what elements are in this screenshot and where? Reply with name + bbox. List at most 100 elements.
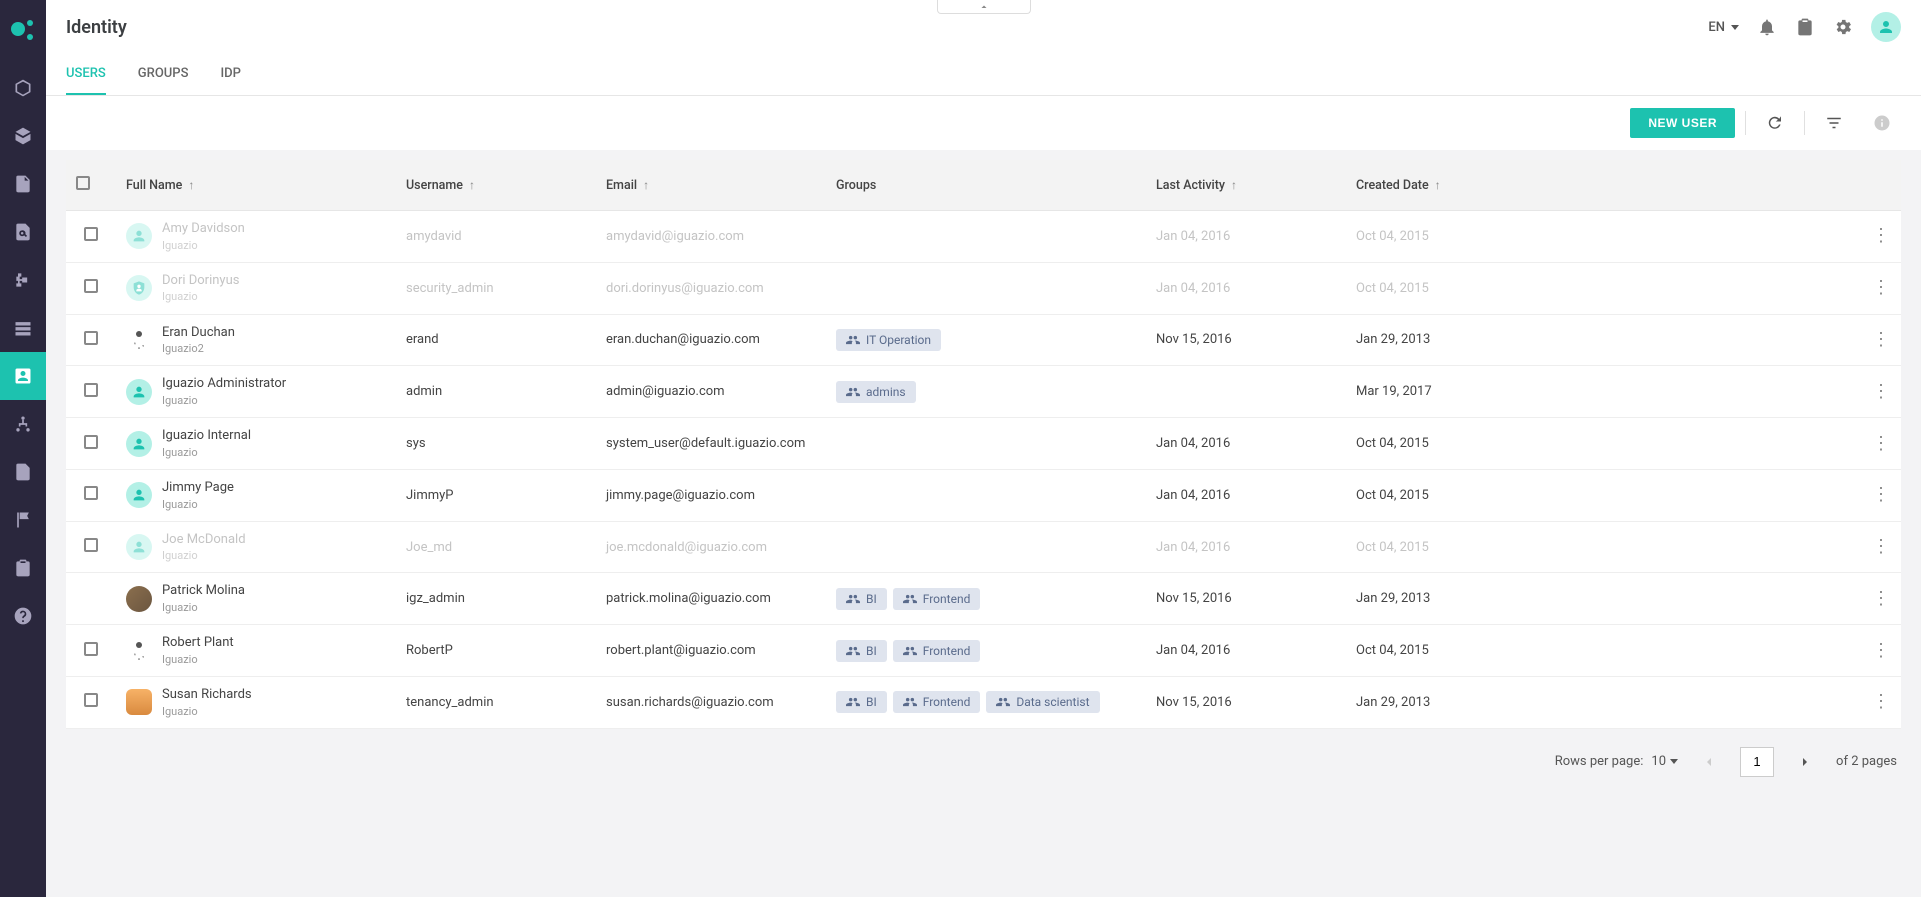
col-email[interactable]: Email↑ — [596, 160, 826, 211]
user-email: system_user@default.iguazio.com — [596, 418, 826, 470]
user-email: joe.mcdonald@iguazio.com — [596, 521, 826, 573]
group-chip[interactable]: Data scientist — [986, 691, 1099, 713]
row-menu-icon[interactable]: ⋮ — [1872, 329, 1890, 350]
nav-clipboard[interactable] — [0, 544, 46, 592]
page-title: Identity — [66, 17, 127, 38]
col-groups[interactable]: Groups — [826, 160, 1146, 211]
col-last-activity[interactable]: Last Activity↑ — [1146, 160, 1346, 211]
user-groups — [826, 521, 1146, 573]
row-menu-icon[interactable]: ⋮ — [1872, 381, 1890, 402]
col-full-name[interactable]: Full Name↑ — [116, 160, 396, 211]
user-avatar-icon — [126, 586, 152, 612]
user-username: erand — [396, 314, 596, 366]
row-checkbox[interactable] — [84, 538, 98, 552]
row-menu-icon[interactable]: ⋮ — [1872, 536, 1890, 557]
user-username: JimmyP — [396, 469, 596, 521]
user-last-activity: Jan 04, 2016 — [1146, 262, 1346, 314]
user-created: Oct 04, 2015 — [1346, 418, 1861, 470]
collapse-handle[interactable] — [937, 0, 1031, 14]
row-menu-icon[interactable]: ⋮ — [1872, 484, 1890, 505]
group-chip[interactable]: BI — [836, 588, 887, 610]
user-created: Jan 29, 2013 — [1346, 314, 1861, 366]
user-username: amydavid — [396, 211, 596, 263]
nav-network[interactable] — [0, 256, 46, 304]
nav-storage[interactable] — [0, 304, 46, 352]
clipboard-icon[interactable] — [1795, 17, 1815, 37]
nav-identity[interactable] — [0, 352, 46, 400]
group-chip[interactable]: BI — [836, 691, 887, 713]
table-row[interactable]: Robert Plant Iguazio RobertP robert.plan… — [66, 625, 1901, 677]
table-row[interactable]: Susan Richards Iguazio tenancy_admin sus… — [66, 677, 1901, 729]
chevron-down-icon — [1670, 759, 1678, 764]
group-chip[interactable]: Frontend — [893, 640, 981, 662]
row-menu-icon[interactable]: ⋮ — [1872, 640, 1890, 661]
users-table: Full Name↑ Username↑ Email↑ Groups Last … — [66, 160, 1901, 729]
nav-help[interactable] — [0, 592, 46, 640]
row-checkbox[interactable] — [84, 331, 98, 345]
row-menu-icon[interactable]: ⋮ — [1872, 588, 1890, 609]
user-full-name: Robert Plant — [162, 635, 234, 651]
table-row[interactable]: Patrick Molina Iguazio igz_admin patrick… — [66, 573, 1901, 625]
prev-page-button[interactable] — [1692, 745, 1726, 779]
next-page-button[interactable] — [1788, 745, 1822, 779]
tab-users[interactable]: USERS — [66, 54, 106, 95]
col-created[interactable]: Created Date↑ — [1346, 160, 1861, 211]
row-checkbox[interactable] — [84, 642, 98, 656]
table-row[interactable]: Iguazio Internal Iguazio sys system_user… — [66, 418, 1901, 470]
row-menu-icon[interactable]: ⋮ — [1872, 433, 1890, 454]
row-menu-icon[interactable]: ⋮ — [1872, 691, 1890, 712]
table-row[interactable]: Iguazio Administrator Iguazio admin admi… — [66, 366, 1901, 418]
row-menu-icon[interactable]: ⋮ — [1872, 277, 1890, 298]
group-chip[interactable]: admins — [836, 381, 916, 403]
nav-flags[interactable] — [0, 496, 46, 544]
table-row[interactable]: Dori Dorinyus Iguazio security_admin dor… — [66, 262, 1901, 314]
col-username[interactable]: Username↑ — [396, 160, 596, 211]
group-chip[interactable]: Frontend — [893, 691, 981, 713]
refresh-icon[interactable] — [1756, 106, 1794, 140]
notifications-icon[interactable] — [1757, 17, 1777, 37]
tab-groups[interactable]: GROUPS — [138, 54, 189, 95]
page-input[interactable] — [1740, 747, 1774, 777]
user-avatar-icon — [126, 431, 152, 457]
group-chip[interactable]: Frontend — [893, 588, 981, 610]
row-checkbox[interactable] — [84, 486, 98, 500]
tab-idp[interactable]: IDP — [220, 54, 240, 95]
row-checkbox[interactable] — [84, 693, 98, 707]
sort-arrow-icon: ↑ — [1231, 178, 1237, 192]
row-checkbox[interactable] — [84, 279, 98, 293]
table-row[interactable]: Jimmy Page Iguazio JimmyP jimmy.page@igu… — [66, 469, 1901, 521]
user-avatar[interactable] — [1871, 12, 1901, 42]
row-checkbox[interactable] — [84, 227, 98, 241]
new-user-button[interactable]: NEW USER — [1630, 108, 1735, 138]
user-full-name: Jimmy Page — [162, 480, 234, 496]
group-chip[interactable]: BI — [836, 640, 887, 662]
nav-hierarchy[interactable] — [0, 400, 46, 448]
user-created: Oct 04, 2015 — [1346, 211, 1861, 263]
table-row[interactable]: Eran Duchan Iguazio2 erand eran.duchan@i… — [66, 314, 1901, 366]
nav-data[interactable] — [0, 160, 46, 208]
table-row[interactable]: Amy Davidson Iguazio amydavid amydavid@i… — [66, 211, 1901, 263]
row-checkbox[interactable] — [84, 383, 98, 397]
settings-icon[interactable] — [1833, 17, 1853, 37]
nav-overview[interactable] — [0, 64, 46, 112]
table-row[interactable]: Joe McDonald Iguazio Joe_md joe.mcdonald… — [66, 521, 1901, 573]
nav-search[interactable] — [0, 208, 46, 256]
rpp-select[interactable]: 10 — [1651, 754, 1678, 769]
group-chip[interactable]: IT Operation — [836, 329, 941, 351]
user-tenant: Iguazio — [162, 653, 234, 666]
nav-containers[interactable] — [0, 112, 46, 160]
user-last-activity: Jan 04, 2016 — [1146, 521, 1346, 573]
info-icon[interactable] — [1863, 106, 1901, 140]
nav-reports[interactable] — [0, 448, 46, 496]
language-selector[interactable]: EN — [1708, 20, 1739, 35]
user-full-name: Iguazio Internal — [162, 428, 251, 444]
tabs: USERS GROUPS IDP — [46, 54, 1921, 96]
row-menu-icon[interactable]: ⋮ — [1872, 225, 1890, 246]
select-all-checkbox[interactable] — [76, 176, 90, 190]
filter-icon[interactable] — [1815, 106, 1853, 140]
user-avatar-icon — [126, 482, 152, 508]
user-username: admin — [396, 366, 596, 418]
chevron-up-icon — [978, 1, 990, 13]
row-checkbox[interactable] — [84, 435, 98, 449]
user-full-name: Eran Duchan — [162, 325, 235, 341]
